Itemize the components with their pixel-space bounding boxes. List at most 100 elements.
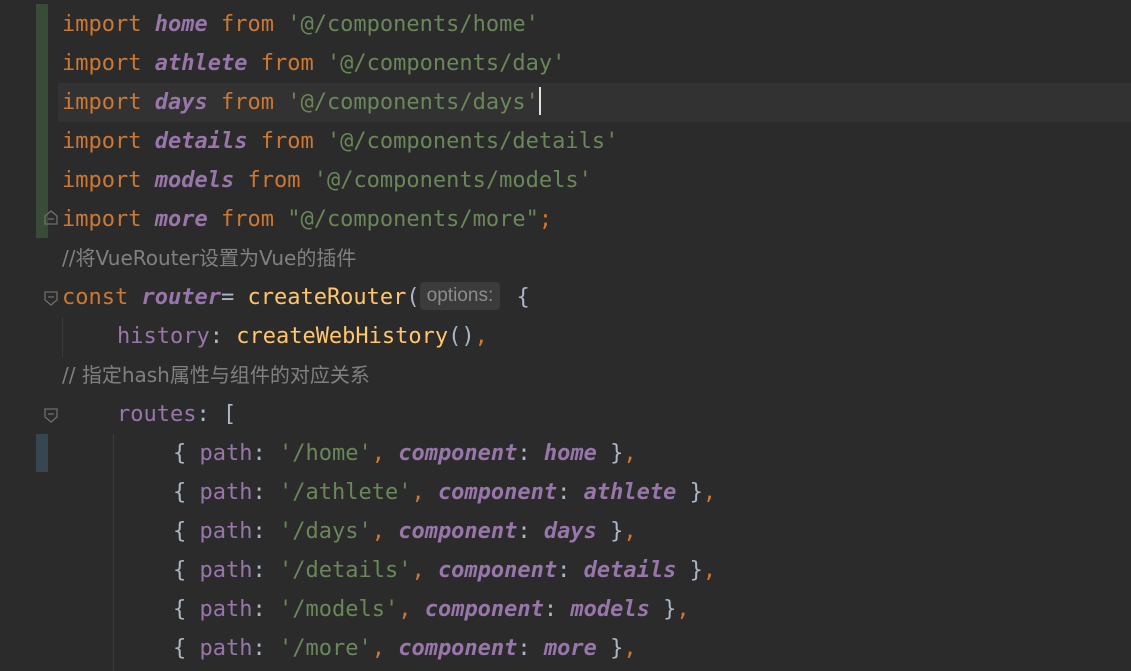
string-token: '@/components/models' — [313, 168, 592, 193]
identifier-token: home — [154, 12, 208, 37]
punctuation-token: () — [448, 324, 475, 349]
punctuation-token: : — [252, 636, 279, 661]
keyword-token: from — [247, 168, 301, 193]
code-line[interactable]: const router= createRouter(options: { — [62, 278, 530, 317]
identifier-token: more — [543, 636, 597, 661]
punctuation-token: , — [371, 636, 399, 661]
string-token: '/athlete' — [278, 480, 412, 505]
punctuation-token: { — [503, 285, 530, 310]
fold-start-icon[interactable] — [43, 407, 59, 423]
punctuation-token: { — [173, 441, 200, 466]
property-token: path — [199, 597, 253, 622]
vcs-change-marker-added[interactable] — [36, 4, 48, 238]
string-token: '/models' — [278, 597, 399, 622]
code-line[interactable]: // 指定hash属性与组件的对应关系 — [62, 356, 370, 395]
property-token: path — [199, 558, 253, 583]
punctuation-token: , — [623, 519, 637, 544]
indent-guide — [62, 317, 63, 357]
punctuation-token: : — [543, 597, 571, 622]
vcs-change-marker-modified[interactable] — [36, 434, 48, 472]
property-token: component — [437, 480, 558, 505]
identifier-token: more — [154, 207, 208, 232]
punctuation-token: ; — [538, 207, 553, 232]
identifier-token: days — [543, 519, 597, 544]
identifier-token: details — [154, 129, 248, 154]
property-token: path — [199, 636, 253, 661]
property-token: path — [199, 480, 253, 505]
string-token: '@/components/details' — [326, 129, 619, 154]
string-token: '/home' — [278, 441, 372, 466]
punctuation-token: , — [702, 480, 717, 505]
punctuation-token: , — [398, 597, 425, 622]
punctuation-token: , — [411, 480, 438, 505]
editor-gutter[interactable] — [0, 0, 58, 671]
function-token: createWebHistory — [236, 324, 449, 349]
punctuation-token: : — [209, 324, 237, 349]
code-line[interactable]: routes: [ — [117, 395, 236, 434]
property-token: component — [398, 519, 518, 544]
punctuation-token: { — [173, 558, 200, 583]
route-entry-line[interactable]: { path: '/models', component: models }, — [173, 590, 690, 629]
route-entry-line[interactable]: { path: '/home', component: home }, — [173, 434, 637, 473]
punctuation-token: , — [623, 441, 637, 466]
string-token: '@/components/days' — [287, 90, 539, 115]
code-line[interactable]: //将VueRouter设置为Vue的插件 — [62, 239, 356, 278]
keyword-token: const — [62, 285, 129, 310]
punctuation-token: : — [252, 441, 279, 466]
string-token: "@/components/more" — [287, 207, 539, 232]
fold-start-icon[interactable] — [43, 290, 59, 306]
punctuation-token: , — [411, 558, 438, 583]
punctuation-token: , — [702, 558, 717, 583]
code-editor[interactable]: import home from '@/components/home' imp… — [0, 0, 1131, 671]
operator-token: = — [220, 285, 248, 310]
keyword-token: import — [62, 12, 142, 37]
property-token: component — [437, 558, 558, 583]
identifier-token: details — [583, 558, 677, 583]
route-entry-line[interactable]: { path: '/athlete', component: athlete }… — [173, 473, 716, 512]
route-entry-line[interactable]: { path: '/details', component: details }… — [173, 551, 716, 590]
punctuation-token: : — [517, 519, 544, 544]
string-token: '@/components/day' — [326, 51, 566, 76]
string-token: '/details' — [278, 558, 412, 583]
property-token: component — [398, 441, 518, 466]
code-line-current[interactable]: import days from '@/components/days' — [62, 83, 541, 122]
identifier-token: models — [570, 597, 650, 622]
text-caret — [538, 87, 541, 115]
punctuation-token: } — [676, 558, 703, 583]
string-token: '/more' — [278, 636, 372, 661]
parameter-hint: options: — [419, 282, 501, 310]
property-token: component — [398, 636, 518, 661]
punctuation-token: : — [252, 558, 279, 583]
punctuation-token: { — [173, 519, 200, 544]
code-line[interactable]: import athlete from '@/components/day' — [62, 44, 565, 83]
punctuation-token: , — [474, 324, 488, 349]
punctuation-token: } — [676, 480, 703, 505]
comment-token: //将VueRouter设置为Vue的插件 — [62, 246, 357, 270]
code-line[interactable]: history: createWebHistory(), — [117, 317, 488, 356]
fold-end-icon[interactable] — [43, 210, 59, 226]
route-entry-line[interactable]: { path: '/days', component: days }, — [173, 512, 637, 551]
punctuation-token: { — [173, 597, 200, 622]
property-token: path — [199, 519, 253, 544]
code-line[interactable]: import models from '@/components/models' — [62, 161, 592, 200]
punctuation-token: : — [252, 480, 279, 505]
string-token: '@/components/home' — [287, 12, 539, 37]
keyword-token: import — [62, 168, 142, 193]
route-entry-line[interactable]: { path: '/more', component: more }, — [173, 629, 637, 668]
identifier-token: router — [141, 285, 221, 310]
punctuation-token: : — [252, 597, 279, 622]
string-token: '/days' — [278, 519, 372, 544]
property-token: history — [117, 324, 210, 349]
punctuation-token: } — [596, 636, 624, 661]
indent-guide — [113, 434, 114, 671]
code-line[interactable]: import home from '@/components/home' — [62, 5, 539, 44]
identifier-token: home — [543, 441, 597, 466]
comment-token: // 指定hash属性与组件的对应关系 — [62, 363, 370, 387]
punctuation-token: : — [252, 519, 279, 544]
code-line[interactable]: import details from '@/components/detail… — [62, 122, 618, 161]
identifier-token: days — [154, 90, 208, 115]
code-line[interactable]: import more from "@/components/more"; — [62, 200, 552, 239]
punctuation-token: : — [517, 441, 544, 466]
punctuation-token: , — [676, 597, 690, 622]
keyword-token: from — [260, 51, 314, 76]
